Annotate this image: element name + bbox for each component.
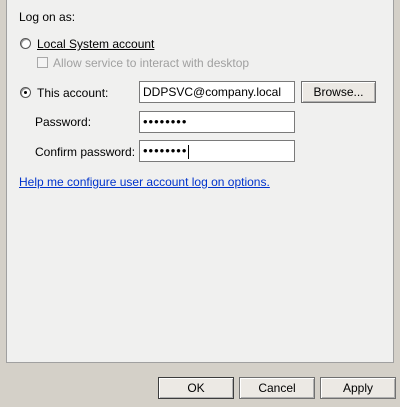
this-account-label-text: This account: xyxy=(37,86,109,100)
radio-selected-dot xyxy=(24,91,27,94)
browse-button[interactable]: Browse... xyxy=(301,81,376,103)
password-label: Password: xyxy=(35,115,92,129)
cancel-button[interactable]: Cancel xyxy=(239,377,315,399)
account-input[interactable]: DDPSVC@company.local xyxy=(139,81,295,103)
this-account-radio[interactable] xyxy=(20,87,31,98)
apply-button[interactable]: Apply xyxy=(320,377,396,399)
log-on-as-heading: Log on as: xyxy=(19,10,76,24)
help-configure-link[interactable]: Help me configure user account log on op… xyxy=(19,175,270,189)
password-input[interactable]: •••••••• xyxy=(139,111,295,133)
text-caret xyxy=(188,144,190,159)
log-on-tab-panel: Log on as: Local System account Allow se… xyxy=(6,0,394,363)
local-system-label-text: Local System account xyxy=(37,37,155,51)
service-properties-dialog: Log on as: Local System account Allow se… xyxy=(0,0,400,407)
ok-button[interactable]: OK xyxy=(158,377,234,399)
local-system-label[interactable]: Local System account xyxy=(37,37,154,51)
confirm-password-input[interactable]: •••••••• xyxy=(139,140,295,162)
this-account-label[interactable]: This account: xyxy=(37,86,108,100)
local-system-radio[interactable] xyxy=(20,38,31,49)
allow-desktop-checkbox[interactable] xyxy=(37,57,48,68)
allow-desktop-label: Allow service to interact with desktop xyxy=(53,56,250,70)
confirm-password-value: •••••••• xyxy=(143,143,188,158)
confirm-password-label: Confirm password: xyxy=(35,145,136,159)
